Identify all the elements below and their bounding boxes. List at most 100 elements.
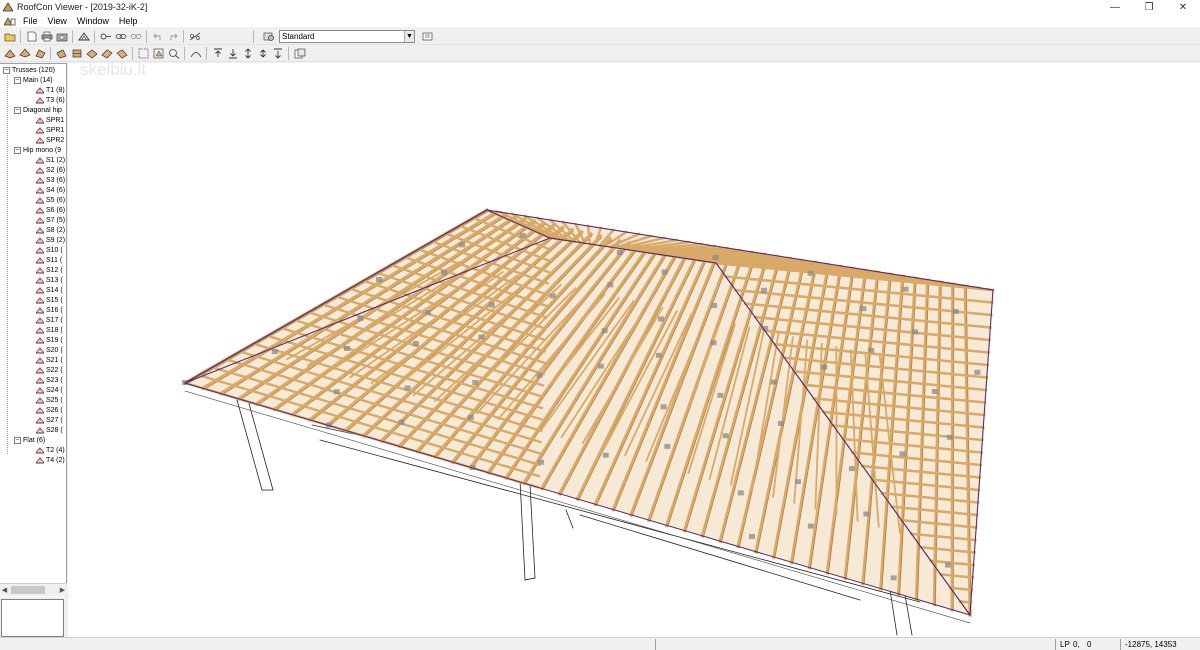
tree-item[interactable]: S9 (2) — [36, 235, 65, 245]
tree-group[interactable]: − Trusses (120) — [3, 65, 55, 75]
tree-item[interactable]: S5 (6) — [36, 195, 65, 205]
tree-item[interactable]: SPR2 — [36, 135, 64, 145]
copy-view-button[interactable] — [293, 47, 306, 60]
view-iso3-button[interactable] — [115, 47, 128, 60]
restore-button[interactable]: ❐ — [1132, 0, 1166, 14]
arrow-both-button[interactable] — [271, 47, 284, 60]
open-button[interactable] — [3, 30, 16, 43]
tree-group[interactable]: − Hip mono (9 — [14, 145, 61, 155]
tree-item[interactable]: SPR1 — [36, 125, 64, 135]
tree-item[interactable]: S11 ( — [36, 255, 62, 265]
tree-item[interactable]: S20 ( — [36, 345, 63, 355]
tree-item[interactable]: S16 ( — [36, 305, 63, 315]
key-button[interactable] — [99, 30, 112, 43]
collapse-icon[interactable]: − — [14, 76, 21, 84]
close-button[interactable]: ✕ — [1166, 0, 1200, 14]
tree-item[interactable]: S25 ( — [36, 395, 63, 405]
arrow-up-button[interactable] — [211, 47, 224, 60]
tree-item[interactable]: S19 ( — [36, 335, 63, 345]
chevron-down-icon[interactable]: ▼ — [404, 30, 414, 42]
tree-item[interactable]: S4 (6) — [36, 185, 65, 195]
collapse-icon[interactable]: − — [14, 106, 21, 114]
tree-group[interactable]: − Flat (6) — [14, 435, 45, 445]
scroll-thumb[interactable] — [11, 586, 45, 594]
view-left-button[interactable] — [33, 47, 46, 60]
unlink-icon — [130, 33, 141, 39]
tree-item[interactable]: S15 ( — [36, 295, 63, 305]
tree-item[interactable]: S27 ( — [36, 415, 63, 425]
tree-item[interactable]: S1 (2) — [36, 155, 65, 165]
tree-item[interactable]: S12 ( — [36, 265, 63, 275]
link-button[interactable] — [114, 30, 127, 43]
view-front-button[interactable] — [3, 47, 16, 60]
tree-connector — [7, 73, 8, 454]
tree-item[interactable]: S24 ( — [36, 385, 63, 395]
view-right-button[interactable] — [55, 47, 68, 60]
scroll-right-icon[interactable]: ▶ — [58, 585, 67, 596]
tree-item[interactable]: S22 ( — [36, 365, 63, 375]
menu-window[interactable]: Window — [72, 16, 114, 26]
roof-model: skelbiu.lt — [80, 63, 995, 636]
arrow-left-button[interactable] — [241, 47, 254, 60]
redo-button[interactable] — [166, 30, 179, 43]
tree-item[interactable]: S26 ( — [36, 405, 63, 415]
settings-button[interactable] — [262, 30, 275, 43]
tree-item[interactable]: T3 (6) — [36, 95, 65, 105]
truss-view-button[interactable] — [77, 30, 90, 43]
export-button[interactable] — [421, 30, 434, 43]
roof-button[interactable] — [189, 47, 202, 60]
tree-item[interactable]: S28 ( — [36, 425, 63, 435]
connector-plate — [488, 302, 495, 308]
measure-button[interactable] — [188, 30, 201, 43]
zoom-all-button[interactable] — [152, 47, 165, 60]
zoom-all-icon — [153, 48, 163, 58]
view-iso2-button[interactable] — [100, 47, 113, 60]
zoom-in-button[interactable] — [167, 47, 180, 60]
tree-item[interactable]: T1 (8) — [36, 85, 65, 95]
tree-item[interactable]: S14 ( — [36, 285, 63, 295]
unlink-button[interactable] — [129, 30, 142, 43]
menu-view[interactable]: View — [43, 16, 72, 26]
tree-item[interactable]: T2 (4) — [36, 445, 65, 455]
view-mode-select[interactable]: Standard ▼ — [279, 29, 415, 43]
tree-item[interactable]: S13 ( — [36, 275, 63, 285]
collapse-icon[interactable]: − — [14, 436, 21, 444]
new-button[interactable] — [25, 30, 38, 43]
print-button[interactable] — [40, 30, 53, 43]
scroll-left-icon[interactable]: ◀ — [0, 585, 9, 596]
tree-item[interactable]: S18 ( — [36, 325, 63, 335]
tree-item[interactable]: S3 (6) — [36, 175, 65, 185]
menu-file[interactable]: File — [18, 16, 43, 26]
menu-help[interactable]: Help — [114, 16, 143, 26]
tree-item[interactable]: S23 ( — [36, 375, 63, 385]
tree-item[interactable]: SPR1 — [36, 115, 64, 125]
tree-item[interactable]: S2 (6) — [36, 165, 65, 175]
connector-plate — [441, 270, 448, 276]
tree-item[interactable]: S8 (2) — [36, 225, 65, 235]
connector-plate — [661, 269, 668, 275]
arrow-down-button[interactable] — [226, 47, 239, 60]
tree-group[interactable]: − Diagonal hip — [14, 105, 62, 115]
camera-button[interactable] — [55, 30, 68, 43]
view-back-button[interactable] — [18, 47, 31, 60]
connector-plate — [664, 443, 671, 449]
view-iso1-button[interactable] — [85, 47, 98, 60]
tree-horizontal-scrollbar[interactable]: ◀ ▶ — [0, 583, 67, 596]
jack-rafter — [958, 600, 973, 604]
collapse-icon[interactable]: − — [14, 146, 21, 154]
tree-item[interactable]: S17 ( — [36, 315, 63, 325]
tree-item[interactable]: S21 ( — [36, 355, 63, 365]
view-top-button[interactable] — [70, 47, 83, 60]
truss-icon — [36, 166, 44, 173]
arrow-right-button[interactable] — [256, 47, 269, 60]
undo-button[interactable] — [151, 30, 164, 43]
tree-group[interactable]: − Main (14) — [14, 75, 53, 85]
truss-icon — [36, 346, 44, 353]
tree-item[interactable]: S10 ( — [36, 245, 63, 255]
tree-item[interactable]: T4 (2) — [36, 455, 65, 465]
3d-viewport[interactable]: skelbiu.lt — [68, 63, 1200, 637]
tree-item[interactable]: S6 (6) — [36, 205, 65, 215]
zoom-window-button[interactable] — [137, 47, 150, 60]
minimize-button[interactable]: — — [1098, 0, 1132, 14]
tree-item[interactable]: S7 (5) — [36, 215, 65, 225]
